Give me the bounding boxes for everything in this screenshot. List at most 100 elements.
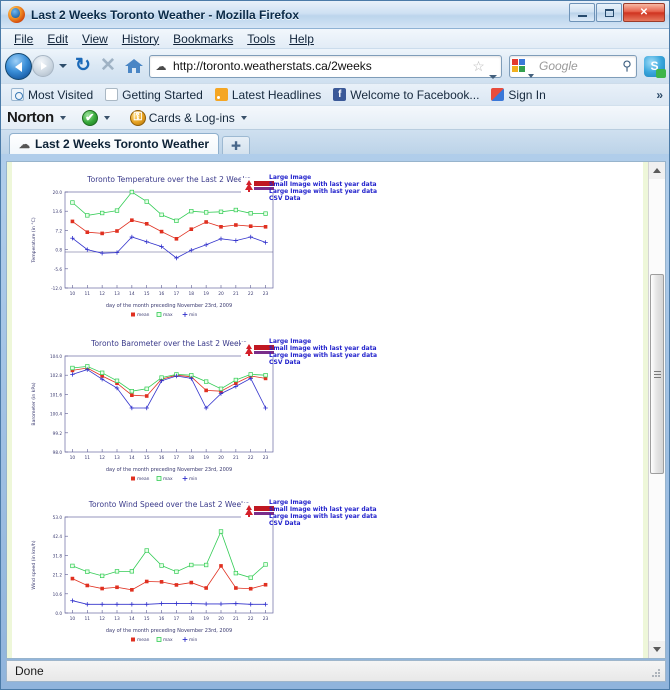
search-input[interactable]: Google bbox=[536, 59, 618, 73]
search-box[interactable]: Google ⚲ bbox=[509, 54, 637, 78]
green-check-icon[interactable]: ✔ bbox=[81, 109, 98, 126]
scroll-down-button[interactable] bbox=[649, 641, 665, 658]
magnifier-icon[interactable]: ⚲ bbox=[618, 58, 636, 74]
minimize-button[interactable] bbox=[569, 3, 595, 22]
bookmark-star-icon[interactable]: ☆ bbox=[470, 58, 487, 75]
link-small-image-last-year[interactable]: Small Image with last year data bbox=[269, 506, 377, 513]
menu-history[interactable]: History bbox=[115, 30, 166, 48]
chevron-down-icon[interactable] bbox=[240, 115, 247, 120]
svg-text:104.0: 104.0 bbox=[50, 354, 62, 359]
tab-toronto-weather[interactable]: ☁ Last 2 Weeks Toronto Weather bbox=[9, 133, 220, 154]
menu-bookmarks[interactable]: Bookmarks bbox=[166, 30, 240, 48]
svg-text:20.0: 20.0 bbox=[53, 190, 63, 195]
most-visited-icon bbox=[11, 88, 24, 101]
svg-text:mean: mean bbox=[137, 638, 150, 643]
menu-view[interactable]: View bbox=[75, 30, 115, 48]
chevron-down-icon[interactable] bbox=[57, 55, 69, 77]
vertical-scrollbar[interactable] bbox=[648, 162, 665, 658]
lock-icon[interactable]: ⚿ bbox=[129, 109, 146, 126]
bookmark-sign-in[interactable]: Sign In bbox=[486, 87, 550, 103]
link-csv-data[interactable]: CSV Data bbox=[269, 359, 377, 366]
link-csv-data[interactable]: CSV Data bbox=[269, 195, 377, 202]
svg-text:0.0: 0.0 bbox=[55, 611, 62, 616]
svg-text:18: 18 bbox=[188, 291, 194, 297]
menu-bar: File Edit View History Bookmarks Tools H… bbox=[1, 29, 669, 49]
svg-text:19: 19 bbox=[203, 455, 209, 461]
url-input[interactable]: http://toronto.weatherstats.ca/2weeks bbox=[173, 59, 470, 73]
svg-text:53.0: 53.0 bbox=[53, 515, 63, 520]
cards-and-logins-label[interactable]: Cards & Log-ins bbox=[149, 111, 235, 125]
svg-text:31.8: 31.8 bbox=[53, 553, 63, 558]
svg-text:13: 13 bbox=[114, 291, 120, 297]
svg-text:Wind speed (in km/h): Wind speed (in km/h) bbox=[31, 540, 37, 589]
link-large-image-last-year[interactable]: Large Image with last year data bbox=[269, 513, 377, 520]
svg-text:min: min bbox=[189, 476, 197, 482]
svg-text:0.8: 0.8 bbox=[55, 248, 62, 253]
link-large-image-last-year[interactable]: Large Image with last year data bbox=[269, 352, 377, 359]
menu-edit[interactable]: Edit bbox=[40, 30, 75, 48]
bookmark-label: Getting Started bbox=[122, 87, 203, 102]
scroll-up-button[interactable] bbox=[649, 162, 665, 179]
chevron-down-icon[interactable] bbox=[59, 115, 66, 120]
svg-text:Toronto Temperature over the L: Toronto Temperature over the Last 2 Week… bbox=[86, 175, 250, 184]
link-large-image[interactable]: Large Image bbox=[269, 499, 377, 506]
maximize-button[interactable] bbox=[596, 3, 622, 22]
back-arrow-icon[interactable] bbox=[5, 52, 32, 80]
close-button[interactable]: ✕ bbox=[623, 3, 665, 22]
link-small-image-last-year[interactable]: Small Image with last year data bbox=[269, 345, 377, 352]
svg-text:18: 18 bbox=[188, 616, 194, 622]
weather-cloud-icon: ☁ bbox=[155, 60, 167, 73]
facebook-icon: f bbox=[333, 88, 347, 101]
svg-text:102.8: 102.8 bbox=[50, 373, 62, 378]
home-icon[interactable] bbox=[122, 55, 146, 77]
svg-text:20: 20 bbox=[218, 291, 224, 297]
bookmark-facebook[interactable]: f Welcome to Facebook... bbox=[328, 87, 484, 103]
svg-text:10.6: 10.6 bbox=[53, 592, 63, 597]
bookmark-latest-headlines[interactable]: Latest Headlines bbox=[210, 87, 326, 103]
chart-wind-speed: Toronto Wind Speed over the Last 2 Weeks… bbox=[25, 495, 285, 655]
svg-text:max: max bbox=[163, 638, 173, 643]
menu-help[interactable]: Help bbox=[282, 30, 321, 48]
svg-text:20: 20 bbox=[218, 616, 224, 622]
svg-text:21: 21 bbox=[233, 616, 239, 622]
svg-text:7.2: 7.2 bbox=[55, 228, 62, 233]
svg-text:10: 10 bbox=[70, 455, 76, 461]
svg-text:-5.6: -5.6 bbox=[54, 267, 63, 272]
stop-icon[interactable]: ✕ bbox=[97, 55, 119, 77]
menu-tools[interactable]: Tools bbox=[240, 30, 282, 48]
bookmark-most-visited[interactable]: Most Visited bbox=[6, 87, 98, 103]
svg-text:16: 16 bbox=[159, 616, 165, 622]
link-large-image[interactable]: Large Image bbox=[269, 174, 377, 181]
svg-text:22: 22 bbox=[248, 616, 254, 622]
title-bar: Last 2 Weeks Toronto Weather - Mozilla F… bbox=[1, 1, 669, 29]
links-wind-speed: Large Image Small Image with last year d… bbox=[269, 499, 377, 527]
svg-text:101.6: 101.6 bbox=[50, 392, 62, 397]
scrollbar-thumb[interactable] bbox=[650, 274, 664, 474]
url-bar[interactable]: ☁ http://toronto.weatherstats.ca/2weeks … bbox=[149, 54, 502, 79]
svg-text:13: 13 bbox=[114, 616, 120, 622]
chevron-down-icon[interactable] bbox=[103, 115, 110, 120]
svg-text:Temperature (in °C): Temperature (in °C) bbox=[31, 217, 37, 264]
bookmark-getting-started[interactable]: Getting Started bbox=[100, 87, 208, 103]
link-large-image[interactable]: Large Image bbox=[269, 338, 377, 345]
skype-icon[interactable]: S bbox=[644, 55, 666, 78]
resize-grip-icon[interactable] bbox=[650, 667, 662, 679]
link-small-image-last-year[interactable]: Small Image with last year data bbox=[269, 181, 377, 188]
google-icon[interactable] bbox=[512, 58, 527, 74]
link-csv-data[interactable]: CSV Data bbox=[269, 520, 377, 527]
reload-icon[interactable]: ↻ bbox=[72, 55, 94, 77]
menu-history-label: History bbox=[121, 31, 160, 46]
browser-window: Last 2 Weeks Toronto Weather - Mozilla F… bbox=[0, 0, 670, 690]
svg-text:42.4: 42.4 bbox=[53, 534, 63, 539]
svg-text:22: 22 bbox=[248, 291, 254, 297]
forward-arrow-icon[interactable] bbox=[32, 55, 54, 77]
menu-edit-label: Edit bbox=[47, 31, 69, 46]
scrollbar-track[interactable] bbox=[649, 179, 665, 641]
link-large-image-last-year[interactable]: Large Image with last year data bbox=[269, 188, 377, 195]
menu-bookmarks-label: Bookmarks bbox=[173, 31, 234, 46]
svg-text:21: 21 bbox=[233, 291, 239, 297]
new-tab-button[interactable]: ✚ bbox=[222, 136, 251, 154]
menu-file[interactable]: File bbox=[7, 30, 40, 48]
bookmark-label: Sign In bbox=[508, 87, 546, 102]
bookmarks-overflow-icon[interactable]: » bbox=[656, 88, 663, 102]
